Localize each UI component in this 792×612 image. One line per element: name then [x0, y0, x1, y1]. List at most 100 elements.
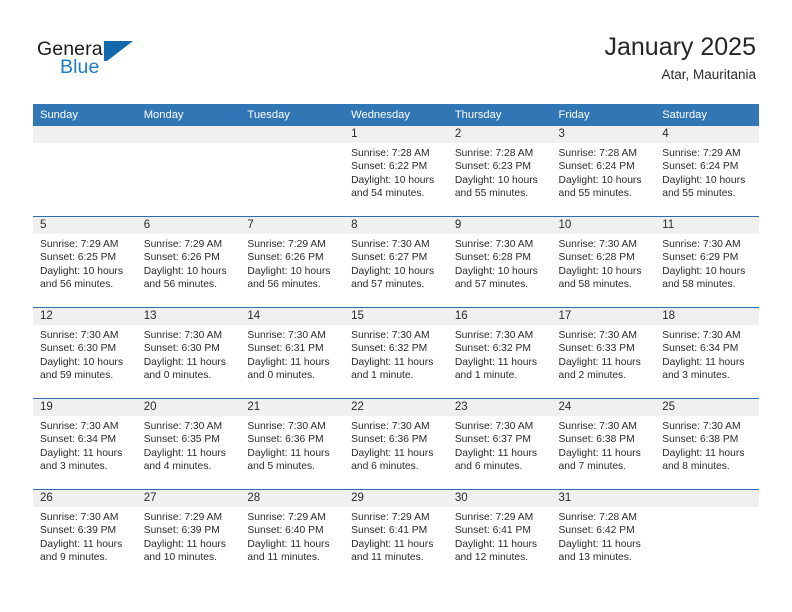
daylight-text: and 6 minutes. [351, 460, 419, 472]
calendar-week-row: 26 Sunrise: 7:30 AM Sunset: 6:39 PM Dayligh… [33, 489, 759, 580]
day-details: Sunrise: 7:29 AM Sunset: 6:25 PM Daylight:… [33, 234, 137, 291]
day-number: 23 [447, 399, 552, 416]
sunrise-text: Sunrise: 7:30 AM [40, 512, 119, 523]
calendar-day-cell[interactable]: 15 Sunrise: 7:30 AM Sunset: 6:32 PM Dayligh… [344, 307, 448, 399]
daylight-text: Daylight: 10 hours [662, 174, 746, 186]
daylight-text: and 57 minutes. [351, 278, 425, 290]
calendar-page: General Blue January 2025 Atar, Mauritan… [0, 0, 792, 612]
daylight-text: and 56 minutes. [143, 278, 217, 290]
sunset-text: Sunset: 6:30 PM [40, 343, 117, 355]
day-details: Sunrise: 7:28 AM Sunset: 6:23 PM Daylight:… [448, 143, 552, 200]
calendar-day-cell[interactable]: 10 Sunrise: 7:30 AM Sunset: 6:28 PM Dayligh… [551, 216, 656, 308]
daylight-text: Daylight: 11 hours [40, 447, 123, 459]
sunset-text: Sunset: 6:34 PM [40, 434, 117, 446]
calendar-day-cell[interactable]: 11 Sunrise: 7:30 AM Sunset: 6:29 PM Dayligh… [655, 216, 759, 308]
sunset-text: Sunset: 6:37 PM [454, 434, 531, 446]
daylight-text: and 3 minutes. [40, 460, 108, 472]
daylight-text: and 6 minutes. [454, 460, 523, 472]
daylight-text: Daylight: 10 hours [662, 265, 746, 277]
sunset-text: Sunset: 6:32 PM [351, 343, 428, 355]
sunset-text: Sunset: 6:39 PM [40, 525, 117, 537]
weekday-header-friday: Friday [551, 104, 656, 126]
day-number: 5 [33, 217, 137, 234]
calendar-day-cell[interactable]: 16 Sunrise: 7:30 AM Sunset: 6:32 PM Dayligh… [447, 307, 552, 399]
calendar-day-cell[interactable]: 27 Sunrise: 7:29 AM Sunset: 6:39 PM Dayligh… [136, 489, 241, 580]
daylight-text: and 8 minutes. [662, 460, 730, 472]
day-number: 13 [136, 308, 241, 325]
calendar-week-row: 1 Sunrise: 7:28 AM Sunset: 6:22 PM Daylight… [33, 126, 759, 217]
calendar-day-cell[interactable]: 17 Sunrise: 7:30 AM Sunset: 6:33 PM Dayligh… [551, 307, 656, 399]
calendar-day-cell[interactable]: 7 Sunrise: 7:29 AM Sunset: 6:26 PM Daylight… [240, 216, 345, 308]
calendar-day-cell[interactable]: 18 Sunrise: 7:30 AM Sunset: 6:34 PM Dayligh… [655, 307, 759, 399]
daylight-text: and 2 minutes. [558, 369, 627, 381]
sunset-text: Sunset: 6:29 PM [662, 252, 739, 264]
brand-name-blue: Blue [60, 56, 100, 78]
calendar-day-cell[interactable]: 31 Sunrise: 7:28 AM Sunset: 6:42 PM Dayligh… [551, 489, 656, 580]
calendar-empty-cell [655, 489, 759, 580]
weekday-header-saturday: Saturday [655, 104, 759, 126]
daylight-text: and 56 minutes. [247, 278, 321, 290]
calendar-day-cell[interactable]: 12 Sunrise: 7:30 AM Sunset: 6:30 PM Dayligh… [33, 307, 137, 399]
weekday-header-tuesday: Tuesday [240, 104, 345, 126]
day-details [137, 143, 241, 147]
calendar-day-cell[interactable]: 28 Sunrise: 7:29 AM Sunset: 6:40 PM Dayligh… [240, 489, 345, 580]
sunrise-text: Sunrise: 7:30 AM [558, 421, 637, 432]
calendar-day-cell[interactable]: 30 Sunrise: 7:29 AM Sunset: 6:41 PM Dayligh… [447, 489, 552, 580]
sunrise-text: Sunrise: 7:30 AM [40, 330, 119, 341]
triangle-flag-icon [107, 41, 133, 61]
calendar-day-cell[interactable]: 14 Sunrise: 7:30 AM Sunset: 6:31 PM Dayligh… [240, 307, 345, 399]
day-details: Sunrise: 7:30 AM Sunset: 6:30 PM Daylight:… [137, 325, 241, 382]
calendar-day-cell[interactable]: 8 Sunrise: 7:30 AM Sunset: 6:27 PM Daylight… [344, 216, 448, 308]
day-number: 24 [551, 399, 656, 416]
calendar-day-cell[interactable]: 21 Sunrise: 7:30 AM Sunset: 6:36 PM Dayligh… [240, 398, 345, 490]
day-details: Sunrise: 7:30 AM Sunset: 6:36 PM Daylight:… [344, 416, 448, 473]
sunset-text: Sunset: 6:32 PM [454, 343, 531, 355]
day-number: 8 [344, 217, 448, 234]
day-details: Sunrise: 7:30 AM Sunset: 6:30 PM Daylight:… [33, 325, 137, 382]
daylight-text: Daylight: 11 hours [454, 447, 538, 459]
calendar-day-cell[interactable]: 1 Sunrise: 7:28 AM Sunset: 6:22 PM Daylight… [344, 126, 448, 217]
calendar-day-cell[interactable]: 25 Sunrise: 7:30 AM Sunset: 6:38 PM Dayligh… [655, 398, 759, 490]
calendar-day-cell[interactable]: 2 Sunrise: 7:28 AM Sunset: 6:23 PM Daylight… [447, 126, 552, 217]
sunrise-text: Sunrise: 7:28 AM [351, 148, 430, 159]
day-details: Sunrise: 7:29 AM Sunset: 6:41 PM Daylight:… [448, 507, 552, 564]
calendar-day-cell[interactable]: 5 Sunrise: 7:29 AM Sunset: 6:25 PM Daylight… [33, 216, 137, 308]
calendar-day-cell[interactable]: 24 Sunrise: 7:30 AM Sunset: 6:38 PM Dayligh… [551, 398, 656, 490]
day-number: 29 [344, 490, 448, 507]
brand-logo[interactable]: General Blue [37, 38, 177, 84]
sunrise-text: Sunrise: 7:30 AM [662, 239, 741, 250]
weekday-header-monday: Monday [136, 104, 241, 126]
calendar-day-cell[interactable]: 3 Sunrise: 7:28 AM Sunset: 6:24 PM Daylight… [551, 126, 656, 217]
day-details [655, 507, 759, 511]
day-number: 4 [655, 126, 759, 143]
sunset-text: Sunset: 6:26 PM [247, 252, 324, 264]
day-number: 19 [33, 399, 137, 416]
calendar-day-cell[interactable]: 9 Sunrise: 7:30 AM Sunset: 6:28 PM Daylight… [447, 216, 552, 308]
sunset-text: Sunset: 6:41 PM [454, 525, 531, 537]
sunset-text: Sunset: 6:23 PM [454, 161, 531, 173]
calendar-day-cell[interactable]: 29 Sunrise: 7:29 AM Sunset: 6:41 PM Dayligh… [344, 489, 448, 580]
day-number: 11 [655, 217, 759, 234]
daylight-text: Daylight: 10 hours [454, 174, 538, 186]
daylight-text: Daylight: 10 hours [40, 265, 123, 277]
sunset-text: Sunset: 6:24 PM [558, 161, 635, 173]
sunrise-text: Sunrise: 7:30 AM [40, 421, 119, 432]
calendar-day-cell[interactable]: 4 Sunrise: 7:29 AM Sunset: 6:24 PM Daylight… [655, 126, 759, 217]
day-details: Sunrise: 7:30 AM Sunset: 6:34 PM Daylight:… [33, 416, 137, 473]
calendar-day-cell[interactable]: 23 Sunrise: 7:30 AM Sunset: 6:37 PM Dayligh… [447, 398, 552, 490]
sunrise-text: Sunrise: 7:30 AM [351, 421, 430, 432]
daylight-text: and 55 minutes. [454, 187, 529, 199]
daylight-text: Daylight: 11 hours [351, 538, 434, 550]
calendar-day-cell[interactable]: 22 Sunrise: 7:30 AM Sunset: 6:36 PM Dayligh… [344, 398, 448, 490]
daylight-text: Daylight: 10 hours [558, 174, 642, 186]
daylight-text: and 1 minute. [454, 369, 518, 381]
sunset-text: Sunset: 6:22 PM [351, 161, 428, 173]
calendar-day-cell[interactable]: 20 Sunrise: 7:30 AM Sunset: 6:35 PM Dayligh… [136, 398, 241, 490]
calendar-day-cell[interactable]: 26 Sunrise: 7:30 AM Sunset: 6:39 PM Dayligh… [33, 489, 137, 580]
daylight-text: and 55 minutes. [558, 187, 632, 199]
daylight-text: Daylight: 10 hours [351, 174, 435, 186]
sunset-text: Sunset: 6:36 PM [247, 434, 324, 446]
calendar-day-cell[interactable]: 6 Sunrise: 7:29 AM Sunset: 6:26 PM Daylight… [136, 216, 241, 308]
calendar-day-cell[interactable]: 13 Sunrise: 7:30 AM Sunset: 6:30 PM Dayligh… [136, 307, 241, 399]
calendar-day-cell[interactable]: 19 Sunrise: 7:30 AM Sunset: 6:34 PM Dayligh… [33, 398, 137, 490]
